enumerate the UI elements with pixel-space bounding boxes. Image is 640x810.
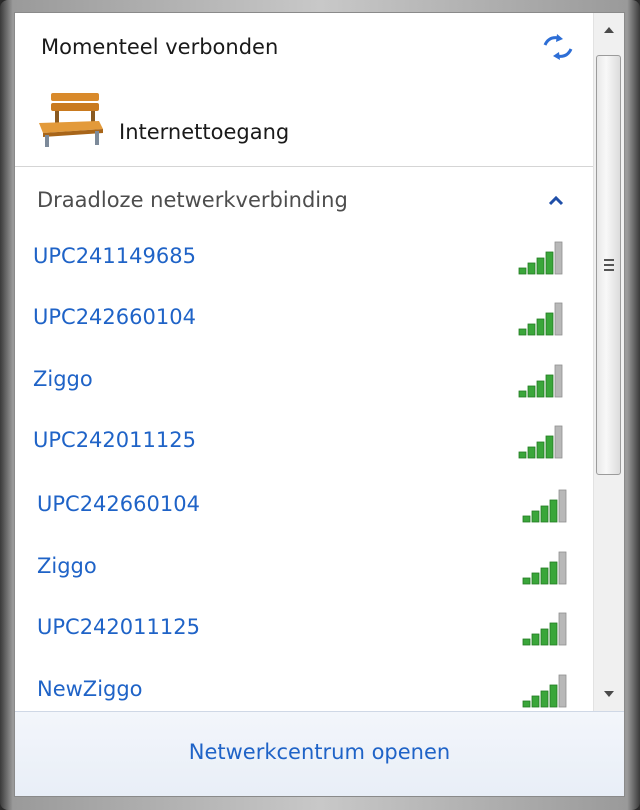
network-item[interactable]: UPC242660104 — [15, 291, 593, 345]
wifi-signal-icon — [518, 241, 563, 275]
scrollbar[interactable] — [593, 13, 624, 711]
network-name: UPC241149685 — [33, 244, 196, 268]
wifi-signal-icon — [518, 425, 563, 459]
network-name: NewZiggo — [37, 677, 143, 701]
wifi-signal-icon — [522, 551, 567, 585]
network-name: UPC242011125 — [33, 428, 196, 452]
network-name: UPC242660104 — [37, 492, 200, 516]
network-item[interactable]: UPC242660104 — [15, 478, 593, 532]
network-item[interactable]: Ziggo — [15, 540, 593, 594]
network-item[interactable]: Ziggo — [15, 353, 593, 407]
bench-icon — [39, 93, 103, 147]
network-name: Ziggo — [37, 554, 97, 578]
network-item[interactable]: NewZiggo — [15, 663, 593, 717]
section-title: Draadloze netwerkverbinding — [37, 188, 348, 212]
network-name: UPC242660104 — [33, 305, 196, 329]
network-item[interactable]: UPC242011125 — [15, 414, 593, 468]
header-title: Momenteel verbonden — [41, 35, 279, 59]
grip-icon — [604, 259, 614, 271]
network-name: Ziggo — [33, 367, 93, 391]
refresh-arrows-icon[interactable] — [541, 33, 575, 61]
scroll-down-arrow-icon[interactable] — [594, 677, 624, 711]
network-item[interactable]: UPC242011125 — [15, 601, 593, 655]
footer: Netwerkcentrum openen — [15, 711, 624, 796]
scroll-up-arrow-icon[interactable] — [594, 13, 624, 47]
wifi-signal-icon — [518, 364, 563, 398]
network-flyout: Momenteel verbonden Internettoegang Draa… — [14, 12, 625, 797]
divider — [15, 166, 593, 167]
popup-frame: Momenteel verbonden Internettoegang Draa… — [0, 0, 640, 810]
wifi-signal-icon — [522, 674, 567, 708]
connection-status-label: Internettoegang — [119, 120, 290, 144]
scrollbar-thumb[interactable] — [596, 55, 621, 475]
network-item[interactable]: UPC241149685 — [15, 230, 593, 284]
open-network-center-link[interactable]: Netwerkcentrum openen — [15, 740, 624, 764]
wifi-signal-icon — [522, 612, 567, 646]
chevron-up-icon[interactable] — [547, 193, 565, 207]
wifi-signal-icon — [518, 302, 563, 336]
wifi-signal-icon — [522, 489, 567, 523]
network-name: UPC242011125 — [37, 615, 200, 639]
